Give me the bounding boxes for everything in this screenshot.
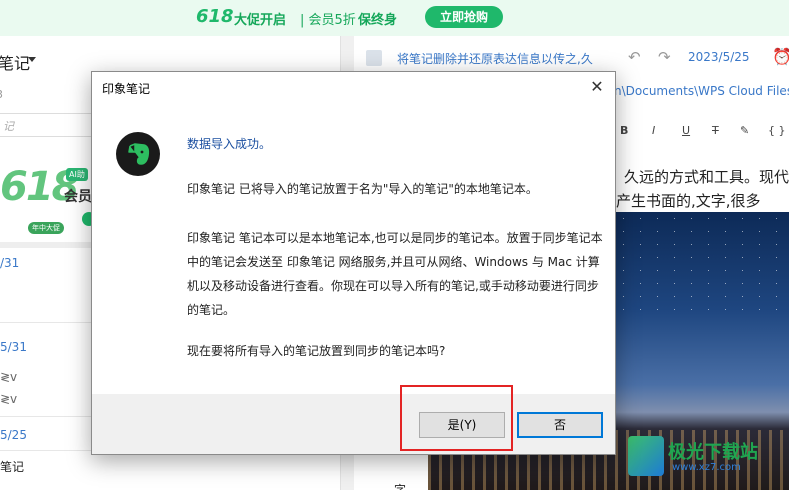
no-button[interactable]: 否 bbox=[517, 412, 603, 438]
ad-stamp: 年中大促 bbox=[28, 222, 64, 234]
dialog-question: 现在要将所有导入的笔记放置到同步的笔记本吗? bbox=[187, 344, 446, 358]
dialog-heading: 数据导入成功。 bbox=[187, 137, 272, 151]
import-success-dialog: 印象笔记 ✕ 数据导入成功。 印象笔记 已将导入的笔记放置于名为"导入的笔记"的… bbox=[91, 71, 616, 455]
list-item-snippet: ≷v bbox=[0, 392, 18, 406]
notebook-title[interactable]: 笔记 bbox=[0, 50, 30, 74]
strikethrough-icon[interactable]: T bbox=[712, 124, 719, 137]
dialog-message: 印象笔记 已将导入的笔记放置于名为"导入的笔记"的本地笔记本。 bbox=[187, 182, 538, 196]
redo-icon[interactable]: ↷ bbox=[658, 48, 671, 66]
site-watermark: 极光下载站 www.xz7.com bbox=[628, 436, 788, 480]
promo-highlight-text: 保终身 bbox=[358, 13, 398, 28]
format-toolbar: B I U T ✎ { } bbox=[614, 120, 789, 142]
note-date: 2023/5/25 bbox=[688, 50, 750, 64]
note-icon bbox=[366, 50, 382, 66]
list-item-title[interactable]: ≷v bbox=[0, 370, 17, 384]
note-body-line[interactable]: 久远的方式和工具。现代 bbox=[624, 166, 789, 187]
note-source-path: n\Documents\WPS Cloud Files bbox=[614, 84, 789, 98]
code-icon[interactable]: { } bbox=[768, 124, 786, 137]
chevron-down-icon[interactable] bbox=[28, 57, 36, 62]
dialog-explanation: 印象笔记 笔记本可以是本地笔记本,也可以是同步的笔记本。放置于同步笔记本中的笔记… bbox=[187, 231, 603, 317]
list-item-date[interactable]: 5/31 bbox=[0, 340, 27, 354]
dialog-footer: 是(Y) 否 bbox=[92, 394, 615, 454]
close-icon[interactable]: ✕ bbox=[585, 76, 609, 98]
note-title[interactable]: 将笔记删除并还原表达信息以传之,久 bbox=[397, 50, 617, 67]
list-item-title[interactable]: 笔记 bbox=[0, 458, 24, 475]
watermark-logo-icon bbox=[628, 436, 664, 476]
highlight-annotation-box bbox=[400, 385, 513, 451]
promo-banner[interactable]: 618 大促开启 | 会员5折 保终身 立即抢购 bbox=[0, 0, 789, 36]
alarm-icon[interactable]: ⏰ bbox=[772, 47, 789, 66]
promo-ad-card[interactable]: 618 AI助 会员 年中大促 bbox=[0, 140, 100, 240]
bold-icon[interactable]: B bbox=[620, 124, 628, 137]
evernote-elephant-icon bbox=[116, 132, 160, 176]
promo-sub-text: | 会员5折 bbox=[300, 13, 356, 28]
notebook-note-count: 3 bbox=[0, 88, 3, 101]
promo-buy-button[interactable]: 立即抢购 bbox=[425, 6, 503, 28]
watermark-url: www.xz7.com bbox=[672, 462, 741, 473]
underline-icon[interactable]: U bbox=[682, 124, 690, 137]
ad-text: 会员 bbox=[64, 189, 92, 205]
note-body-line[interactable]: 产生书面的,文字,很多 bbox=[616, 190, 761, 211]
list-item-date[interactable]: /31 bbox=[0, 256, 19, 270]
promo-main-text: 大促开启 bbox=[234, 13, 287, 28]
watermark-title: 极光下载站 bbox=[668, 442, 758, 463]
dialog-title: 印象笔记 bbox=[102, 82, 151, 96]
ad-tag: AI助 bbox=[66, 168, 88, 181]
promo-618-logo: 618 bbox=[196, 6, 234, 27]
list-item-date[interactable]: 5/25 bbox=[0, 428, 27, 442]
italic-icon[interactable]: I bbox=[652, 124, 655, 137]
undo-icon[interactable]: ↶ bbox=[628, 48, 641, 66]
note-body-char: 字 bbox=[394, 483, 407, 490]
highlight-icon[interactable]: ✎ bbox=[740, 124, 749, 137]
